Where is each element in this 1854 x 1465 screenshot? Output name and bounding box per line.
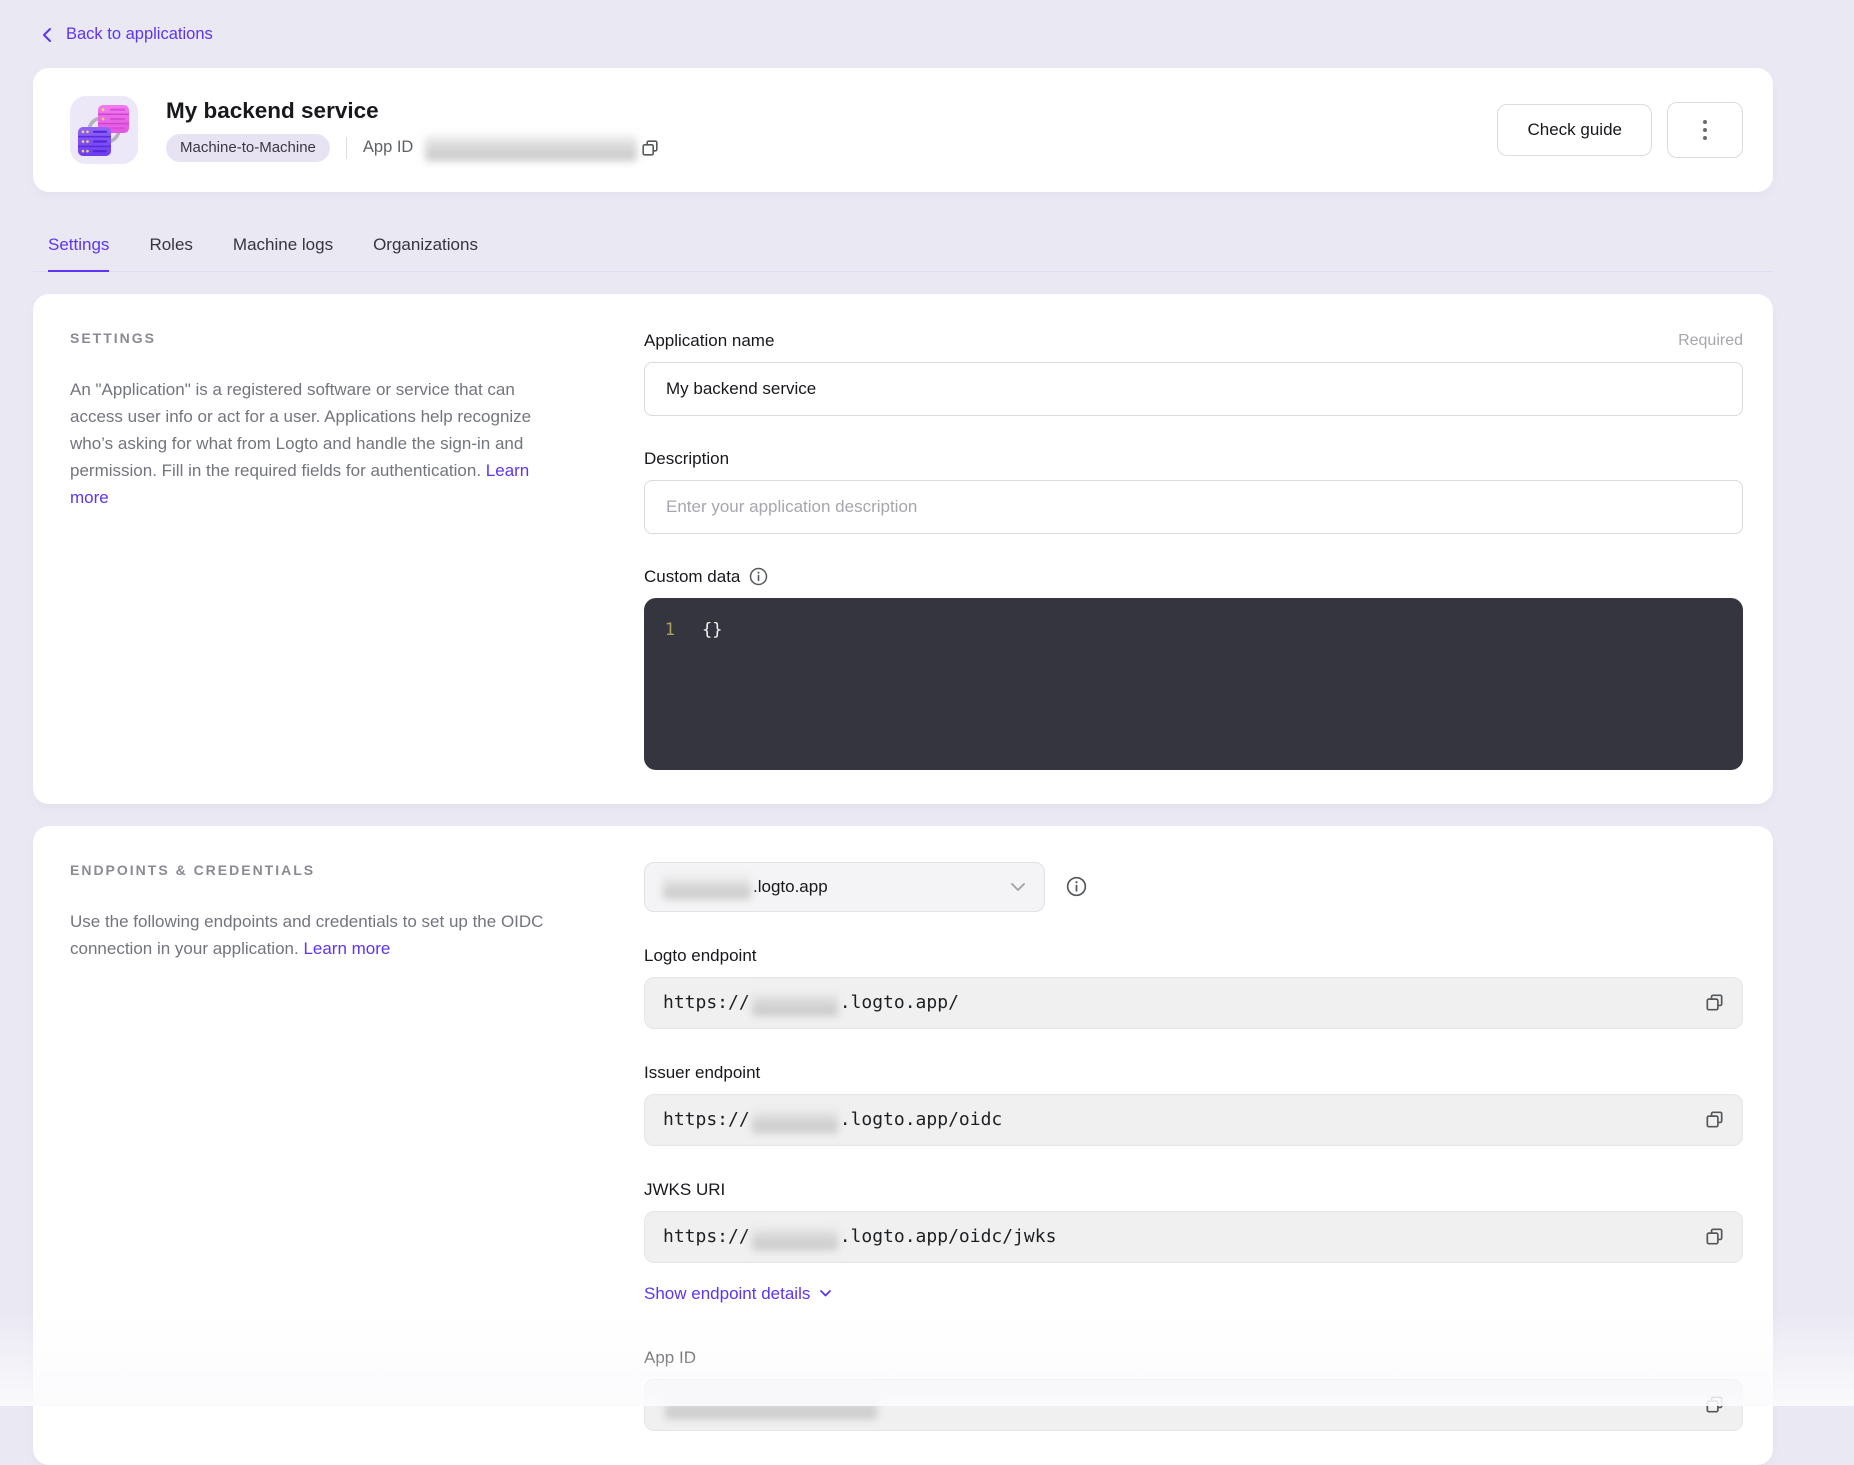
endpoints-form: .logto.app Logto endpoint [644,862,1743,1431]
tenant-domain-row: .logto.app [644,862,1743,912]
application-header-card: My backend service Machine-to-Machine Ap… [33,68,1773,192]
application-name-label: Application name [644,331,774,351]
description-input[interactable] [644,480,1743,534]
description-row: Description [644,449,1743,534]
settings-section-heading: SETTINGS [70,330,575,346]
application-name-input[interactable] [644,362,1743,416]
tenant-domain-select[interactable]: .logto.app [644,862,1045,912]
copy-icon [1705,1227,1724,1246]
endpoints-section-heading: ENDPOINTS & CREDENTIALS [70,862,575,878]
copy-logto-endpoint-button[interactable] [1701,989,1728,1016]
settings-section-intro: SETTINGS An "Application" is a registere… [70,330,575,770]
endpoints-section-card: ENDPOINTS & CREDENTIALS Use the followin… [33,826,1773,1465]
meta-divider [346,137,347,159]
description-label: Description [644,449,729,469]
copy-icon [1705,993,1724,1012]
copy-icon [641,139,659,157]
app-id-label: App ID [363,138,413,157]
tab-organizations[interactable]: Organizations [373,235,478,272]
info-icon[interactable] [749,567,768,586]
logto-endpoint-field: https:// .logto.app/ [644,977,1743,1029]
app-id-field-label: App ID [644,1348,696,1368]
endpoints-section-intro: ENDPOINTS & CREDENTIALS Use the followin… [70,862,575,1431]
issuer-endpoint-label: Issuer endpoint [644,1063,760,1083]
jwks-uri-row: JWKS URI https:// .logto.app/oidc/jwks [644,1180,1743,1263]
tab-bar: Settings Roles Machine logs Organization… [33,235,1773,272]
endpoint-redacted-segment [752,1107,838,1133]
tab-settings[interactable]: Settings [48,235,109,272]
app-id-redacted-value [665,1391,877,1419]
jwks-uri-field: https:// .logto.app/oidc/jwks [644,1211,1743,1263]
kebab-menu-icon [1703,120,1707,140]
application-type-badge: Machine-to-Machine [166,134,330,162]
endpoint-redacted-segment [752,1224,838,1250]
tab-roles[interactable]: Roles [149,235,192,272]
copy-jwks-uri-button[interactable] [1701,1223,1728,1250]
copy-app-id-value-button[interactable] [1701,1391,1728,1418]
app-id-field [644,1379,1743,1431]
copy-icon [1705,1395,1724,1414]
endpoint-redacted-segment [752,990,838,1016]
chevron-left-icon [40,27,54,43]
custom-data-label: Custom data [644,567,768,587]
chevron-down-icon [1010,882,1026,892]
issuer-endpoint-row: Issuer endpoint https:// .logto.app/oidc [644,1063,1743,1146]
custom-data-row: Custom data 1 {} [644,567,1743,770]
code-line: 1 {} [644,617,1743,643]
application-info: My backend service Machine-to-Machine Ap… [166,98,663,162]
copy-icon [1705,1110,1724,1129]
back-to-applications-link[interactable]: Back to applications [40,25,213,44]
line-number: 1 [644,617,702,643]
more-options-button[interactable] [1667,102,1743,158]
logto-endpoint-row: Logto endpoint https:// .logto.app/ [644,946,1743,1029]
code-content: {} [702,617,722,643]
jwks-uri-label: JWKS URI [644,1180,725,1200]
copy-app-id-button[interactable] [637,135,663,161]
chevron-down-icon [819,1289,832,1298]
settings-section-card: SETTINGS An "Application" is a registere… [33,294,1773,804]
machine-to-machine-app-icon [70,96,138,164]
tenant-redacted-prefix [663,875,751,899]
tab-machine-logs[interactable]: Machine logs [233,235,333,272]
app-id-row: App ID [644,1348,1743,1431]
endpoints-learn-more-link[interactable]: Learn more [303,939,390,958]
required-tag: Required [1678,332,1743,350]
page-content: Back to applications [33,0,1773,1465]
app-id-redacted-value [425,135,637,161]
application-name-row: Application name Required [644,331,1743,416]
back-link-label: Back to applications [66,25,213,44]
tenant-domain-suffix: .logto.app [753,877,828,897]
settings-section-description: An "Application" is a registered softwar… [70,376,552,511]
issuer-endpoint-field: https:// .logto.app/oidc [644,1094,1743,1146]
copy-issuer-endpoint-button[interactable] [1701,1106,1728,1133]
custom-data-editor[interactable]: 1 {} [644,598,1743,770]
application-title: My backend service [166,98,663,124]
show-endpoint-details-link[interactable]: Show endpoint details [644,1284,832,1304]
check-guide-button[interactable]: Check guide [1497,104,1652,156]
application-meta-row: Machine-to-Machine App ID [166,134,663,162]
logto-endpoint-label: Logto endpoint [644,946,757,966]
settings-form: Application name Required Description Cu… [644,330,1743,770]
endpoints-section-description: Use the following endpoints and credenti… [70,908,572,962]
info-icon[interactable] [1066,876,1087,897]
